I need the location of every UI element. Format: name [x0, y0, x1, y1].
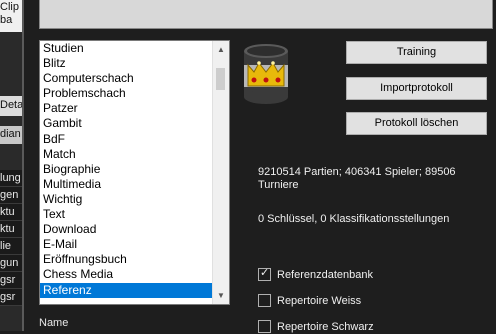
- database-stats: 9210514 Partien; 406341 Spieler; 89506 T…: [258, 166, 456, 191]
- checkbox-box[interactable]: ✓: [258, 266, 271, 281]
- background-list-item: gsr: [0, 289, 22, 306]
- training-button[interactable]: Training: [346, 41, 487, 64]
- category-list-item[interactable]: Referenz: [40, 282, 212, 298]
- background-panel-row: dian: [0, 126, 22, 144]
- checkmark-icon: ✓: [260, 266, 270, 279]
- background-list-item: ktu: [0, 221, 22, 238]
- scroll-down-arrow-icon[interactable]: ▼: [213, 287, 229, 304]
- category-list-item[interactable]: Wichtig: [40, 192, 212, 207]
- background-list-item: lie: [0, 238, 22, 255]
- background-panel-header: Deta: [0, 96, 22, 116]
- category-list-item[interactable]: Text: [40, 207, 212, 222]
- category-list-item[interactable]: Multimedia: [40, 177, 212, 192]
- category-list-item[interactable]: Patzer: [40, 101, 212, 116]
- category-list-item[interactable]: Blitz: [40, 56, 212, 71]
- background-label-ba: ba: [0, 14, 13, 26]
- database-properties-dialog: Studien Blitz Computerschach Problemschach P…: [24, 0, 496, 334]
- category-list-item[interactable]: Download: [40, 222, 212, 237]
- category-list-item[interactable]: Eröffnungsbuch: [40, 252, 212, 267]
- repertoire-white-checkbox[interactable]: Repertoire Weiss: [258, 293, 362, 308]
- category-list-item[interactable]: Computerschach: [40, 71, 212, 86]
- import-log-button[interactable]: Importprotokoll: [346, 77, 487, 100]
- background-window-strip: Clip ba Deta dian lung gen ktu ktu lie g…: [0, 0, 24, 331]
- repertoire-white-label: Repertoire Weiss: [277, 295, 362, 307]
- reference-db-label: Referenzdatenbank: [277, 269, 374, 281]
- background-list-item: ktu: [0, 204, 22, 221]
- category-list-items: Studien Blitz Computerschach Problemschach P…: [40, 41, 212, 298]
- background-list-item: lung: [0, 170, 22, 187]
- category-list-item[interactable]: Match: [40, 147, 212, 162]
- top-panel: [39, 0, 493, 29]
- category-list-item[interactable]: Studien: [40, 41, 212, 56]
- reference-db-checkbox[interactable]: ✓ Referenzdatenbank: [258, 266, 374, 282]
- name-label: Name: [39, 317, 69, 329]
- category-list-item[interactable]: Problemschach: [40, 86, 212, 101]
- scrollbar-thumb[interactable]: [216, 68, 225, 90]
- database-crown-icon: [244, 44, 288, 104]
- repertoire-black-checkbox[interactable]: Repertoire Schwarz: [258, 319, 374, 334]
- scroll-up-arrow-icon[interactable]: ▲: [213, 41, 229, 58]
- delete-log-button[interactable]: Protokoll löschen: [346, 112, 487, 135]
- repertoire-black-label: Repertoire Schwarz: [277, 321, 374, 333]
- category-list-item[interactable]: Chess Media: [40, 267, 212, 282]
- background-list-item: gun: [0, 255, 22, 272]
- category-list-item[interactable]: BdF: [40, 132, 212, 147]
- background-panel-label-dian: dian: [0, 128, 21, 140]
- category-list-item[interactable]: E-Mail: [40, 237, 212, 252]
- category-list-item[interactable]: Gambit: [40, 116, 212, 131]
- keys-summary: 0 Schlüssel, 0 Klassifikationsstellungen: [258, 213, 450, 225]
- background-toolbar: Clip ba: [0, 0, 24, 32]
- background-list-item: gen: [0, 187, 22, 204]
- category-list-item[interactable]: Biographie: [40, 162, 212, 177]
- background-list-item: gsr: [0, 272, 22, 289]
- background-panel-label-deta: Deta: [0, 99, 22, 111]
- category-listbox[interactable]: Studien Blitz Computerschach Problemschach P…: [39, 40, 230, 305]
- checkbox-box[interactable]: [258, 293, 271, 307]
- listbox-scrollbar[interactable]: ▲ ▼: [212, 41, 229, 304]
- background-label-clip: Clip: [0, 1, 19, 13]
